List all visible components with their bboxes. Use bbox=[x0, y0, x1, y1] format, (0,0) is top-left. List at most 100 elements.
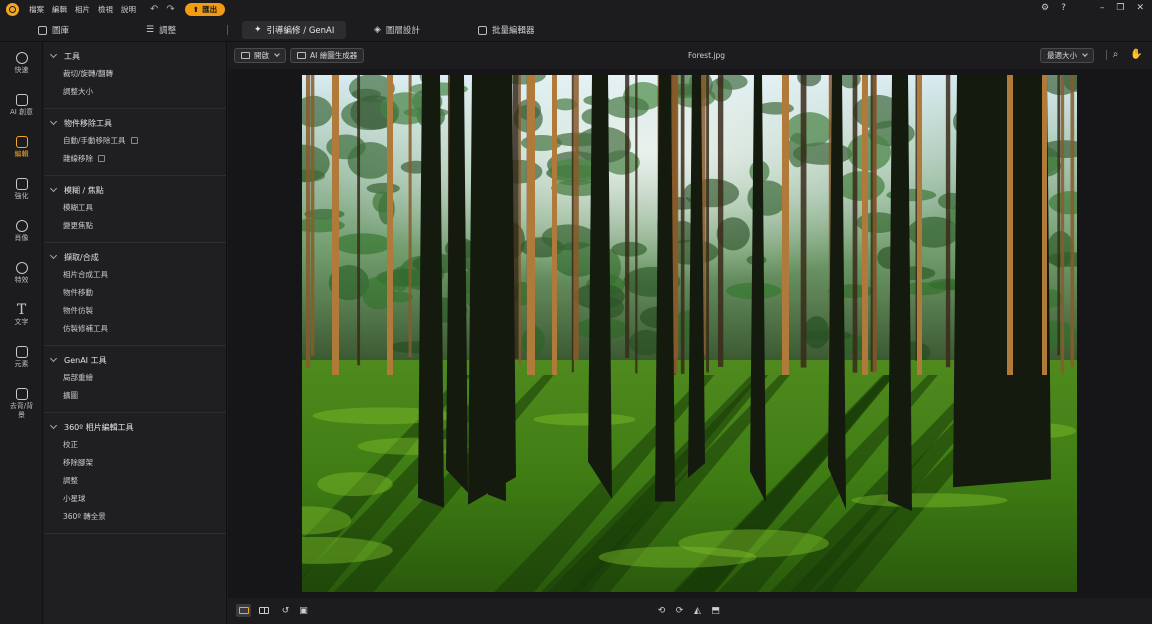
rail-item-effects[interactable]: 特效 bbox=[0, 262, 43, 285]
tool-auto-manual-removal[interactable]: 自動/手動移除工具 bbox=[44, 131, 226, 149]
upload-icon: ⬆ bbox=[192, 4, 200, 14]
tool-360-correct[interactable]: 校正 bbox=[44, 435, 226, 453]
single-view-icon bbox=[238, 607, 249, 614]
menu-file[interactable]: 檔案 bbox=[29, 4, 44, 15]
section-header[interactable]: 360º 相片編輯工具 bbox=[44, 419, 226, 435]
flip-vertical-button[interactable]: ⬒ bbox=[708, 604, 723, 617]
rail-item-edit[interactable]: 編輯 bbox=[0, 136, 43, 159]
snapshot-icon: ▣ bbox=[299, 605, 308, 616]
tool-label: 雜線移除 bbox=[63, 153, 93, 163]
tool-label: 校正 bbox=[63, 439, 78, 449]
open-button[interactable]: 開啟 bbox=[234, 48, 286, 63]
tool-360-adjust[interactable]: 調整 bbox=[44, 471, 226, 489]
tool-change-focus[interactable]: 變更焦點 bbox=[44, 216, 226, 234]
snapshot-button[interactable]: ▣ bbox=[296, 604, 311, 617]
section-blur-focus: 模糊 / 焦點 模糊工具 變更焦點 bbox=[44, 176, 226, 243]
tool-photo-composite[interactable]: 相片合成工具 bbox=[44, 265, 226, 283]
tool-resize[interactable]: 調整大小 bbox=[44, 82, 226, 100]
app-logo bbox=[6, 2, 19, 16]
export-button[interactable]: ⬆ 匯出 bbox=[184, 2, 226, 16]
flip-horizontal-button[interactable]: ◭ bbox=[690, 604, 705, 617]
undo-icon[interactable]: ↶ bbox=[150, 4, 158, 15]
tool-expand[interactable]: 擴圖 bbox=[44, 386, 226, 404]
history-button[interactable]: ↺ bbox=[278, 604, 293, 617]
chevron-down-icon bbox=[49, 184, 58, 193]
help-icon[interactable]: ? bbox=[1061, 3, 1066, 13]
section-header[interactable]: 物件移除工具 bbox=[44, 115, 226, 131]
rotate-left-icon: ⟲ bbox=[657, 605, 666, 616]
settings-icon[interactable]: ⚙ bbox=[1041, 3, 1049, 13]
rail-label: 編輯 bbox=[14, 150, 29, 158]
tool-label: 小星球 bbox=[63, 493, 86, 503]
tab-batch-editor[interactable]: 批量編輯器 bbox=[478, 21, 535, 39]
title-bar: 檔案 編輯 相片 檢視 說明 ↶ ↷ ⬆ 匯出 ⚙ ? – ❐ ✕ bbox=[0, 0, 1152, 18]
search-icon[interactable]: ⌕ bbox=[1110, 49, 1121, 60]
ai-generator-button[interactable]: AI 繪圖生成器 bbox=[290, 48, 365, 63]
zoom-label: 最適大小 bbox=[1047, 51, 1077, 60]
minimize-icon[interactable]: – bbox=[1100, 3, 1105, 13]
section-title: 工具 bbox=[64, 51, 80, 61]
rail-item-elements[interactable]: 元素 bbox=[0, 346, 43, 369]
tool-label: 調整 bbox=[63, 475, 78, 485]
section-header[interactable]: GenAI 工具 bbox=[44, 352, 226, 368]
maximize-icon[interactable]: ❐ bbox=[1116, 3, 1124, 13]
tool-wire-removal[interactable]: 雜線移除 bbox=[44, 149, 226, 167]
section-header[interactable]: 擷取/合成 bbox=[44, 249, 226, 265]
rail-item-ai-creative[interactable]: AI 創意 bbox=[0, 94, 43, 117]
forest-photo[interactable] bbox=[302, 75, 1077, 592]
tool-label: 物件仿製 bbox=[63, 305, 93, 315]
tool-label: 相片合成工具 bbox=[63, 269, 108, 279]
tab-layer-design[interactable]: ◈ 圖層設計 bbox=[374, 21, 420, 39]
menu-help[interactable]: 說明 bbox=[121, 4, 136, 15]
tool-360-remove-tripod[interactable]: 移除腳架 bbox=[44, 453, 226, 471]
rotate-right-button[interactable]: ⟳ bbox=[672, 604, 687, 617]
close-icon[interactable]: ✕ bbox=[1136, 3, 1144, 13]
tool-crop-rotate-flip[interactable]: 裁切/旋轉/翻轉 bbox=[44, 64, 226, 82]
tool-label: 變更焦點 bbox=[63, 220, 93, 230]
tab-divider bbox=[227, 25, 228, 35]
tool-object-move[interactable]: 物件移動 bbox=[44, 283, 226, 301]
rail-label: AI 創意 bbox=[9, 108, 34, 116]
tab-guided-edit[interactable]: ✦ 引導編修 / GenAI bbox=[242, 21, 347, 39]
menu-photo[interactable]: 相片 bbox=[75, 4, 90, 15]
tool-clone-heal[interactable]: 仿製修補工具 bbox=[44, 319, 226, 337]
zoom-select[interactable]: 最適大小 bbox=[1040, 48, 1094, 63]
toolbar-divider bbox=[1106, 50, 1107, 60]
single-view-button[interactable] bbox=[236, 604, 251, 617]
tool-label: 裁切/旋轉/翻轉 bbox=[63, 68, 114, 78]
tool-inpaint[interactable]: 局部重繪 bbox=[44, 368, 226, 386]
tool-label: 仿製修補工具 bbox=[63, 323, 108, 333]
tool-blur[interactable]: 模糊工具 bbox=[44, 198, 226, 216]
layers-icon: ◈ bbox=[374, 25, 381, 35]
section-header[interactable]: 模糊 / 焦點 bbox=[44, 182, 226, 198]
tab-gallery[interactable]: 圖庫 bbox=[38, 21, 69, 39]
rail-item-quick[interactable]: 快速 bbox=[0, 52, 43, 75]
rotate-left-button[interactable]: ⟲ bbox=[654, 604, 669, 617]
rail-item-text[interactable]: T 文字 bbox=[0, 303, 43, 327]
folder-icon bbox=[241, 52, 250, 59]
rail-item-portrait[interactable]: 肖像 bbox=[0, 220, 43, 243]
rail-label: 元素 bbox=[14, 360, 29, 368]
section-object-removal: 物件移除工具 自動/手動移除工具 雜線移除 bbox=[44, 109, 226, 176]
tool-360-to-panorama[interactable]: 360º 轉全景 bbox=[44, 507, 226, 525]
sliders-icon: ☰ bbox=[146, 25, 155, 35]
canvas-stage bbox=[228, 69, 1152, 598]
redo-icon[interactable]: ↷ bbox=[166, 4, 174, 15]
forest-image bbox=[302, 75, 1077, 592]
rail-item-enhance[interactable]: 強化 bbox=[0, 178, 43, 201]
menu-edit[interactable]: 編輯 bbox=[52, 4, 67, 15]
flip-vertical-icon: ⬒ bbox=[711, 605, 720, 616]
tool-object-clone[interactable]: 物件仿製 bbox=[44, 301, 226, 319]
rail-label: 文字 bbox=[14, 318, 29, 326]
tool-360-tiny-planet[interactable]: 小星球 bbox=[44, 489, 226, 507]
rotate-right-icon: ⟳ bbox=[675, 605, 684, 616]
hand-icon[interactable]: ✋ bbox=[1130, 49, 1142, 60]
rail-label: 去背/背景 bbox=[9, 402, 34, 419]
module-rail: 快速 AI 創意 編輯 強化 肖像 特效 T 文字 元素 去背/背景 bbox=[0, 42, 43, 624]
rail-item-background[interactable]: 去背/背景 bbox=[0, 388, 43, 420]
section-header[interactable]: 工具 bbox=[44, 48, 226, 64]
menu-view[interactable]: 檢視 bbox=[98, 4, 113, 15]
tab-adjust[interactable]: ☰ 調整 bbox=[146, 21, 176, 39]
portrait-icon bbox=[15, 220, 28, 232]
compare-view-button[interactable] bbox=[256, 604, 271, 617]
